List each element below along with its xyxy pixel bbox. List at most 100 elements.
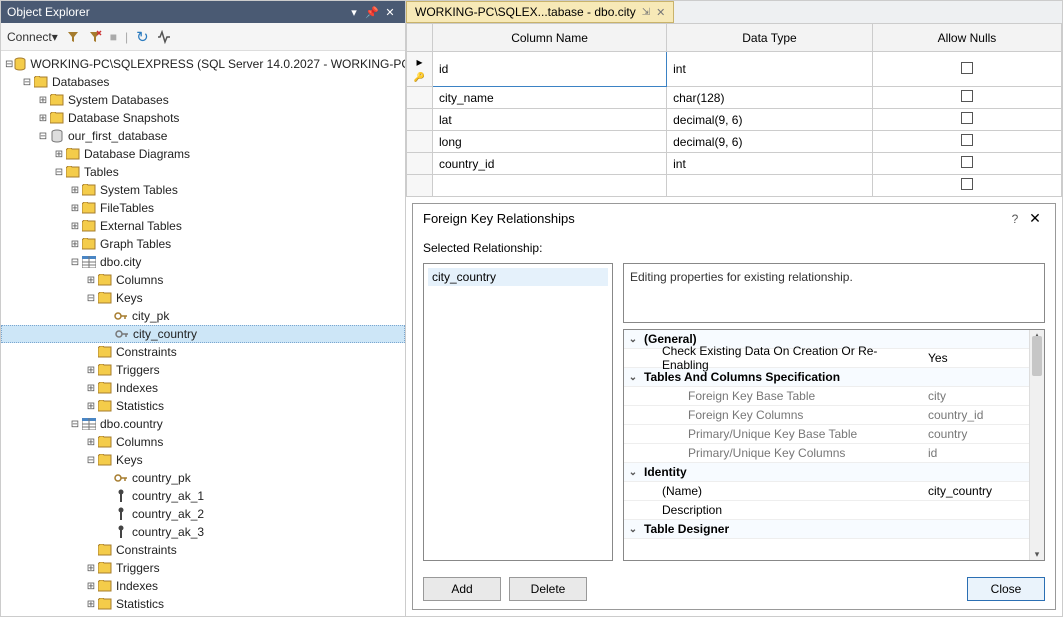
- prop-name[interactable]: (Name)city_country: [624, 482, 1044, 501]
- chevron-down-icon[interactable]: ⌄: [624, 467, 642, 478]
- chevron-down-icon[interactable]: ⌄: [624, 524, 642, 535]
- relationship-list[interactable]: city_country: [423, 263, 613, 561]
- country-ak1-node[interactable]: country_ak_1: [1, 487, 405, 505]
- collapse-icon[interactable]: ⊟: [21, 77, 33, 88]
- connect-button[interactable]: Connect ▾: [7, 30, 58, 44]
- country-pk-node[interactable]: country_pk: [1, 469, 405, 487]
- col-name-cell[interactable]: id: [433, 52, 667, 87]
- toolbar-stop-icon[interactable]: ■: [110, 30, 117, 44]
- checkbox-icon[interactable]: [961, 62, 973, 74]
- col-name-cell[interactable]: city_name: [433, 87, 667, 109]
- collapse-icon[interactable]: ⊟: [53, 167, 65, 178]
- expand-icon[interactable]: ⊞: [53, 149, 65, 160]
- triggers-node-2[interactable]: ⊞Triggers: [1, 559, 405, 577]
- col-name-cell[interactable]: country_id: [433, 153, 667, 175]
- grid-row[interactable]: country_id int: [407, 153, 1062, 175]
- exttables-node[interactable]: ⊞External Tables: [1, 217, 405, 235]
- data-type-cell[interactable]: int: [667, 52, 873, 87]
- close-button[interactable]: Close: [967, 577, 1045, 601]
- prop-pk-base-table[interactable]: Primary/Unique Key Base Tablecountry: [624, 425, 1044, 444]
- keys-node-2[interactable]: ⊟Keys: [1, 451, 405, 469]
- grid-row[interactable]: long decimal(9, 6): [407, 131, 1062, 153]
- prop-group-table-designer[interactable]: ⌄Table Designer: [624, 520, 1044, 539]
- toolbar-filter-clear-icon[interactable]: [88, 30, 102, 44]
- activity-icon[interactable]: [157, 30, 171, 44]
- graphtables-node[interactable]: ⊞Graph Tables: [1, 235, 405, 253]
- checkbox-icon[interactable]: [961, 134, 973, 146]
- data-type-cell[interactable]: int: [667, 153, 873, 175]
- columns-node[interactable]: ⊞Columns: [1, 271, 405, 289]
- property-grid[interactable]: ⌄(General) Check Existing Data On Creati…: [623, 329, 1045, 561]
- scrollbar[interactable]: ▴ ▾: [1029, 330, 1044, 560]
- pin-icon[interactable]: ⇲: [642, 7, 650, 18]
- tables-node[interactable]: ⊟ Tables: [1, 163, 405, 181]
- close-icon[interactable]: ✕: [1025, 210, 1045, 227]
- country-ak2-node[interactable]: country_ak_2: [1, 505, 405, 523]
- tab-dbo-city[interactable]: WORKING-PC\SQLEX...tabase - dbo.city ⇲ ✕: [406, 1, 674, 23]
- scroll-thumb[interactable]: [1032, 336, 1042, 376]
- indexes-node-2[interactable]: ⊞Indexes: [1, 577, 405, 595]
- allow-nulls-cell[interactable]: [872, 52, 1061, 87]
- checkbox-icon[interactable]: [961, 178, 973, 190]
- allow-nulls-cell[interactable]: [872, 87, 1061, 109]
- allow-nulls-cell[interactable]: [872, 175, 1061, 197]
- col-name-cell[interactable]: lat: [433, 109, 667, 131]
- grid-row[interactable]: lat decimal(9, 6): [407, 109, 1062, 131]
- checkbox-icon[interactable]: [961, 112, 973, 124]
- city-country-node[interactable]: city_country: [1, 325, 405, 343]
- delete-button[interactable]: Delete: [509, 577, 587, 601]
- help-icon[interactable]: ?: [1005, 212, 1025, 226]
- data-type-cell[interactable]: char(128): [667, 87, 873, 109]
- filetables-node[interactable]: ⊞FileTables: [1, 199, 405, 217]
- grid-row[interactable]: ▸🔑 id int: [407, 52, 1062, 87]
- dropdown-icon[interactable]: ▾: [345, 6, 363, 19]
- prop-pk-columns[interactable]: Primary/Unique Key Columnsid: [624, 444, 1044, 463]
- prop-group-identity[interactable]: ⌄Identity: [624, 463, 1044, 482]
- prop-group-tables[interactable]: ⌄Tables And Columns Specification: [624, 368, 1044, 387]
- statistics-node[interactable]: ⊞Statistics: [1, 397, 405, 415]
- city-pk-node[interactable]: city_pk: [1, 307, 405, 325]
- statistics-node-2[interactable]: ⊞Statistics: [1, 595, 405, 613]
- collapse-icon[interactable]: ⊟: [5, 59, 13, 70]
- relationship-item[interactable]: city_country: [428, 268, 608, 286]
- chevron-down-icon[interactable]: ⌄: [624, 334, 642, 345]
- allow-nulls-cell[interactable]: [872, 131, 1061, 153]
- close-icon[interactable]: ✕: [381, 6, 399, 19]
- systables-node[interactable]: ⊞System Tables: [1, 181, 405, 199]
- scroll-down-icon[interactable]: ▾: [1030, 549, 1044, 560]
- constraints-node-2[interactable]: ⊞Constraints: [1, 541, 405, 559]
- dbo-country-node[interactable]: ⊟dbo.country: [1, 415, 405, 433]
- prop-description[interactable]: Description: [624, 501, 1044, 520]
- keys-node[interactable]: ⊟Keys: [1, 289, 405, 307]
- refresh-icon[interactable]: ↻: [136, 28, 149, 46]
- prop-check-existing[interactable]: Check Existing Data On Creation Or Re-En…: [624, 349, 1044, 368]
- pin-icon[interactable]: 📌: [363, 6, 381, 19]
- server-node[interactable]: ⊟ WORKING-PC\SQLEXPRESS (SQL Server 14.0…: [1, 55, 405, 73]
- grid-row-empty[interactable]: [407, 175, 1062, 197]
- allow-nulls-cell[interactable]: [872, 109, 1061, 131]
- allow-nulls-header[interactable]: Allow Nulls: [872, 24, 1061, 52]
- col-name-header[interactable]: Column Name: [433, 24, 667, 52]
- sysdb-node[interactable]: ⊞ System Databases: [1, 91, 405, 109]
- toolbar-filter-icon[interactable]: [66, 30, 80, 44]
- add-button[interactable]: Add: [423, 577, 501, 601]
- prop-fk-columns[interactable]: Foreign Key Columnscountry_id: [624, 406, 1044, 425]
- indexes-node[interactable]: ⊞Indexes: [1, 379, 405, 397]
- expand-icon[interactable]: ⊞: [37, 113, 49, 124]
- expand-icon[interactable]: ⊞: [37, 95, 49, 106]
- data-type-cell[interactable]: decimal(9, 6): [667, 109, 873, 131]
- prop-fk-base-table[interactable]: Foreign Key Base Tablecity: [624, 387, 1044, 406]
- grid-row[interactable]: city_name char(128): [407, 87, 1062, 109]
- dbo-city-node[interactable]: ⊟dbo.city: [1, 253, 405, 271]
- col-name-cell[interactable]: long: [433, 131, 667, 153]
- data-type-cell[interactable]: decimal(9, 6): [667, 131, 873, 153]
- columns-node-2[interactable]: ⊞Columns: [1, 433, 405, 451]
- chevron-down-icon[interactable]: ⌄: [624, 372, 642, 383]
- dbsnap-node[interactable]: ⊞ Database Snapshots: [1, 109, 405, 127]
- tree-view[interactable]: ⊟ WORKING-PC\SQLEXPRESS (SQL Server 14.0…: [1, 51, 405, 616]
- data-type-header[interactable]: Data Type: [667, 24, 873, 52]
- allow-nulls-cell[interactable]: [872, 153, 1061, 175]
- collapse-icon[interactable]: ⊟: [37, 131, 49, 142]
- checkbox-icon[interactable]: [961, 156, 973, 168]
- constraints-node[interactable]: ⊞Constraints: [1, 343, 405, 361]
